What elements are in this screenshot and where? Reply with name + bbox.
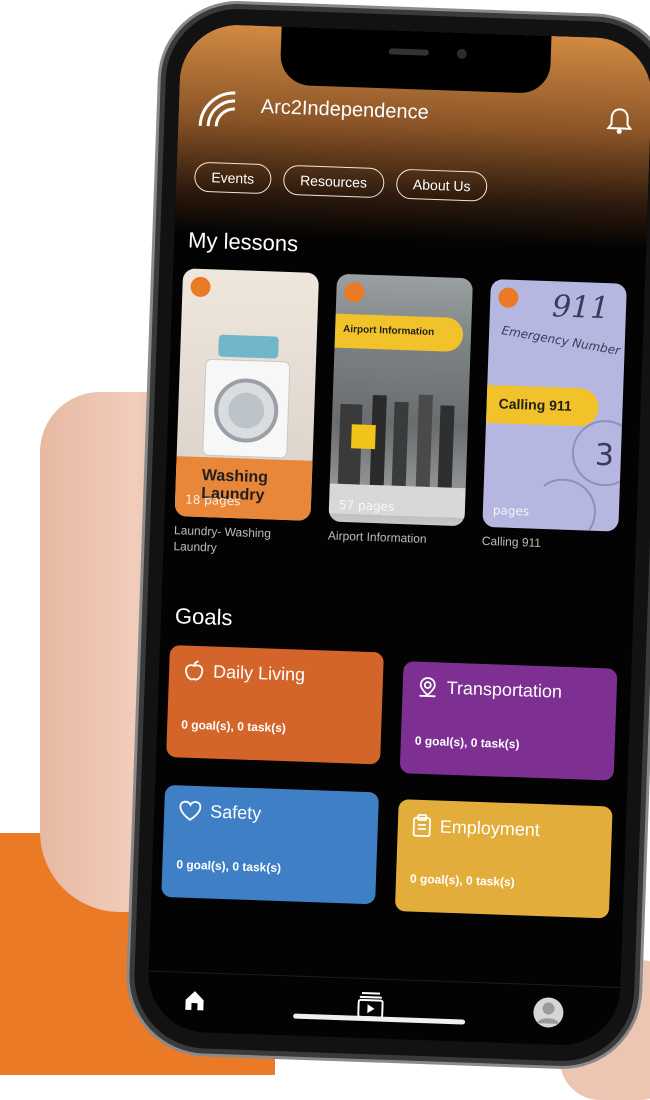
lesson-tag: Airport Information xyxy=(334,313,464,353)
goals-grid: Daily Living 0 goal(s), 0 task(s) Transp… xyxy=(161,645,630,919)
lesson-pages: 57 pages xyxy=(338,497,395,514)
phone-mockup: Arc2Independence Events Resources About … xyxy=(132,6,650,1064)
goal-title: Transportation xyxy=(446,677,563,702)
heart-hand-icon xyxy=(179,800,202,821)
lesson-card-thumbnail[interactable]: Airport Information 57 pages xyxy=(328,273,473,527)
phone-frame: Arc2Independence Events Resources About … xyxy=(132,6,650,1064)
goal-title: Safety xyxy=(209,801,262,823)
airport-scene-image xyxy=(328,353,471,519)
apple-icon xyxy=(185,660,204,681)
lesson-item[interactable]: 911 Emergency Number 3 Calling 911 pages… xyxy=(482,279,627,554)
svg-text:3: 3 xyxy=(594,438,614,474)
lesson-card-thumbnail[interactable]: 911 Emergency Number 3 Calling 911 pages xyxy=(482,279,627,532)
goal-title: Employment xyxy=(439,816,541,840)
map-pin-icon xyxy=(419,677,436,698)
goal-summary: 0 goal(s), 0 task(s) xyxy=(176,857,282,876)
goal-card-employment[interactable]: Employment 0 goal(s), 0 task(s) xyxy=(394,799,613,919)
phone-screen: Arc2Independence Events Resources About … xyxy=(146,23,650,1047)
app-title: Arc2Independence xyxy=(260,95,430,124)
goal-summary: 0 goal(s), 0 task(s) xyxy=(409,871,515,890)
lesson-card-thumbnail[interactable]: Washing Laundry 18 pages xyxy=(174,268,320,521)
lessons-heading: My lessons xyxy=(187,227,299,257)
lesson-tag: Washing Laundry xyxy=(174,456,313,521)
clipboard-icon xyxy=(412,813,431,838)
lesson-label: Airport Information xyxy=(327,528,427,546)
notch xyxy=(279,23,552,94)
lesson-badge-icon xyxy=(344,281,365,303)
goal-title: Daily Living xyxy=(212,661,306,685)
lesson-badge-icon xyxy=(190,276,211,298)
emergency-number-overlay: 911 xyxy=(551,289,610,327)
goal-card-safety[interactable]: Safety 0 goal(s), 0 task(s) xyxy=(161,784,380,905)
goal-card-daily-living[interactable]: Daily Living 0 goal(s), 0 task(s) xyxy=(166,645,384,765)
bell-icon[interactable] xyxy=(606,106,633,135)
speaker xyxy=(388,48,429,56)
goal-card-transportation[interactable]: Transportation 0 goal(s), 0 task(s) xyxy=(399,661,618,781)
emergency-number-caption: Emergency Number xyxy=(500,323,622,358)
goal-summary: 0 goal(s), 0 task(s) xyxy=(414,733,520,752)
goal-summary: 0 goal(s), 0 task(s) xyxy=(181,717,287,736)
bottom-tab-bar xyxy=(146,970,621,1047)
lesson-label: Calling 911 xyxy=(481,533,542,550)
about-us-button[interactable]: About Us xyxy=(395,168,489,202)
lessons-row: Washing Laundry 18 pages Laundry- Washin… xyxy=(173,268,650,584)
lesson-tag: Calling 911 xyxy=(485,384,600,427)
lesson-item[interactable]: Washing Laundry 18 pages Laundry- Washin… xyxy=(173,268,320,559)
resources-button[interactable]: Resources xyxy=(282,164,385,199)
washing-machine-icon xyxy=(202,334,291,459)
arc-logo-icon xyxy=(198,91,236,127)
lesson-pages: 18 pages xyxy=(184,492,241,509)
front-camera xyxy=(456,48,468,60)
avatar[interactable] xyxy=(533,997,564,1028)
lesson-pages: pages xyxy=(492,503,530,519)
lesson-label: Laundry- Washing Laundry xyxy=(173,523,272,555)
keypad-image: 3 xyxy=(542,420,627,532)
lesson-item[interactable]: Airport Information 57 pages Airport Inf… xyxy=(327,273,473,549)
goals-heading: Goals xyxy=(174,603,233,631)
lesson-badge-icon xyxy=(498,287,519,308)
home-icon[interactable] xyxy=(183,989,206,1012)
events-button[interactable]: Events xyxy=(193,161,272,195)
